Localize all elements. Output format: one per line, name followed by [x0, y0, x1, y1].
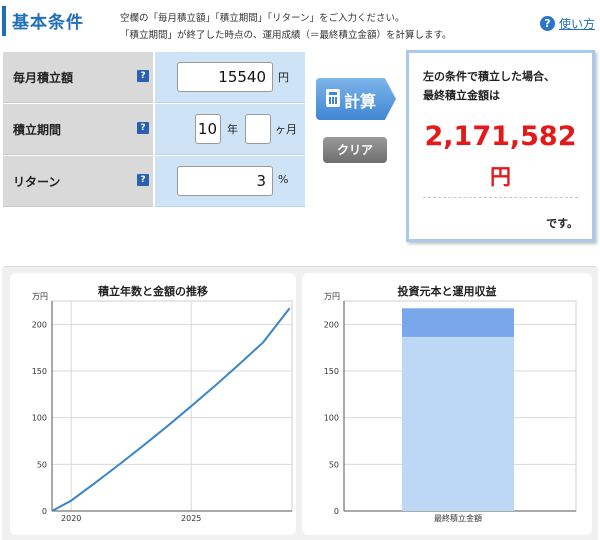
bar-y-tick-label: 0	[334, 507, 339, 516]
return-unit: %	[278, 173, 289, 186]
line-chart-title: 積立年数と金額の推移	[97, 284, 208, 298]
result-separator	[423, 197, 578, 198]
bar-y-tick-label: 150	[324, 367, 339, 376]
bar-y-tick-label: 100	[324, 414, 339, 423]
row-monthly: 毎月積立額 ? 円	[3, 52, 305, 104]
chart-area: 積立年数と金額の推移万円 0 50 100 150 200 2020 2025 投資元本と運用…	[2, 266, 598, 540]
period-label-cell: 積立期間 ?	[3, 104, 153, 155]
calculate-label: 計算	[344, 92, 377, 111]
help-icon: ?	[540, 16, 555, 31]
result-line1: 左の条件で積立した場合、	[423, 70, 555, 83]
monthly-label: 毎月積立額	[13, 71, 74, 85]
period-years-input[interactable]	[195, 114, 221, 144]
calculate-button[interactable]: 計算	[316, 78, 396, 120]
header: 基本条件 空欄の「毎月積立額」「積立期間」「リターン」をご入力ください。 「積立…	[0, 0, 600, 48]
bar-chart-title: 投資元本と運用収益	[398, 284, 497, 298]
line-x-tick-label: 2025	[181, 514, 201, 523]
help-label: 使い方	[559, 17, 596, 31]
header-desc-line1: 空欄の「毎月積立額」「積立期間」「リターン」をご入力ください。	[120, 13, 405, 24]
return-help-icon[interactable]: ?	[137, 174, 149, 186]
calculator-icon	[326, 89, 340, 107]
monthly-help-icon[interactable]: ?	[137, 70, 149, 82]
line-chart-panel: 積立年数と金額の推移万円 0 50 100 150 200 2020 2025	[10, 273, 296, 535]
line-x-tick-label: 2020	[61, 514, 81, 523]
result-amount: 2,171,582	[424, 121, 577, 152]
monthly-unit: 円	[278, 71, 289, 84]
line-y-tick-label: 200	[32, 320, 47, 329]
header-desc-line2: 「積立期間」が終了した時点の、運用成績（＝最終積立金額）を計算します。	[120, 30, 452, 41]
header-accent-bar	[2, 6, 6, 36]
period-years-unit: 年	[227, 123, 238, 136]
bar-principal	[402, 336, 514, 511]
period-value-cell: 年 ヶ月	[155, 104, 305, 155]
return-rate-input[interactable]	[177, 166, 273, 196]
period-months-unit: ヶ月	[275, 123, 297, 136]
header-description: 空欄の「毎月積立額」「積立期間」「リターン」をご入力ください。 「積立期間」が終…	[120, 10, 452, 44]
monthly-amount-input[interactable]	[177, 62, 273, 92]
return-label-cell: リターン ?	[3, 156, 153, 207]
bar-category-label: 最終積立金額	[434, 513, 482, 523]
page-title: 基本条件	[12, 13, 84, 33]
input-form: 毎月積立額 ? 円 積立期間 ? 年 ヶ月 リターン ? %	[3, 52, 305, 208]
result-line2: 最終積立金額は	[423, 89, 500, 102]
help-link[interactable]: ? 使い方	[540, 15, 595, 32]
line-chart-unit: 万円	[32, 292, 48, 301]
line-y-tick-label: 150	[32, 367, 47, 376]
row-return: リターン ? %	[3, 156, 305, 208]
line-plot-area	[51, 300, 293, 512]
result-suffix: です。	[546, 217, 578, 230]
monthly-label-cell: 毎月積立額 ?	[3, 52, 153, 103]
bar-profit	[402, 308, 514, 337]
result-yen: 円	[490, 165, 511, 189]
clear-button[interactable]: クリア	[323, 137, 387, 163]
return-value-cell: %	[155, 156, 305, 207]
bar-chart: 投資元本と運用収益万円 0 50 100 150 200 最終積立金額	[324, 284, 577, 523]
period-months-input[interactable]	[245, 114, 271, 144]
line-chart: 積立年数と金額の推移万円 0 50 100 150 200 2020 2025	[32, 284, 293, 523]
result-description: 左の条件で積立した場合、 最終積立金額は	[423, 67, 555, 105]
bar-chart-panel: 投資元本と運用収益万円 0 50 100 150 200 最終積立金額	[302, 273, 592, 535]
row-period: 積立期間 ? 年 ヶ月	[3, 104, 305, 156]
bar-y-tick-label: 50	[329, 460, 339, 469]
return-label: リターン	[13, 175, 61, 189]
result-box: 左の条件で積立した場合、 最終積立金額は 2,171,582 円 です。	[406, 50, 595, 242]
line-y-tick-label: 0	[42, 507, 47, 516]
bar-chart-unit: 万円	[324, 292, 340, 301]
monthly-value-cell: 円	[155, 52, 305, 103]
line-y-tick-label: 50	[37, 460, 47, 469]
period-label: 積立期間	[13, 123, 62, 137]
period-help-icon[interactable]: ?	[137, 122, 149, 134]
bar-y-tick-label: 200	[324, 320, 339, 329]
line-y-tick-label: 100	[32, 414, 47, 423]
